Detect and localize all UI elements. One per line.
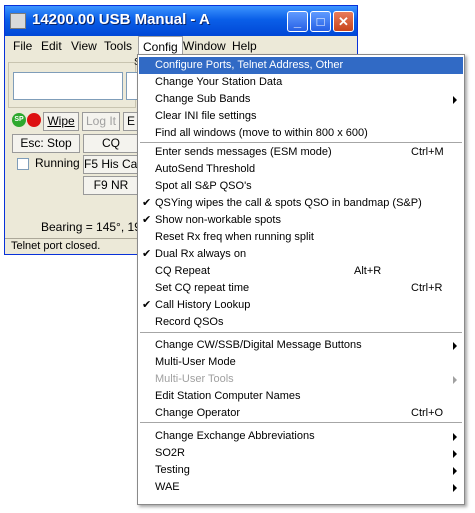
running-label: Running	[35, 156, 80, 170]
config-menu-item[interactable]: Clear INI file settings	[139, 108, 463, 125]
wipe-button[interactable]: Wipe	[43, 112, 79, 131]
config-menu-item[interactable]: ✔ QSYing wipes the call & spots QSO in ba…	[139, 195, 463, 212]
menu-file[interactable]: File	[13, 39, 32, 53]
config-menu-item[interactable]: AutoSend Threshold	[139, 161, 463, 178]
menu-separator	[140, 142, 462, 143]
config-menu-item[interactable]: Change Sub Bands	[139, 91, 463, 108]
submenu-arrow-icon	[453, 484, 457, 492]
submenu-arrow-icon	[453, 450, 457, 458]
config-menu-item[interactable]: ✔ Dual Rx always on	[139, 246, 463, 263]
menu-tools[interactable]: Tools	[104, 39, 132, 53]
config-menu-item[interactable]: Find all windows (move to within 800 x 6…	[139, 125, 463, 142]
config-menu-item: Multi-User Tools	[139, 371, 463, 388]
config-menu-item-label: Edit Station Computer Names	[155, 390, 301, 402]
config-menu-item-label: Record QSOs	[155, 316, 224, 328]
config-menu-item[interactable]: Change CW/SSB/Digital Message Buttons	[139, 337, 463, 354]
config-menu-item-label: AutoSend Threshold	[155, 163, 256, 175]
submenu-arrow-icon	[453, 96, 457, 104]
checkmark-icon: ✔	[142, 299, 152, 311]
config-menu-item[interactable]: Change Your Station Data	[139, 74, 463, 91]
submenu-arrow-icon	[453, 376, 457, 384]
config-menu-item-label: Clear INI file settings	[155, 110, 257, 122]
menu-view[interactable]: View	[71, 39, 97, 53]
config-menu-item[interactable]: Enter sends messages (ESM mode) Ctrl+M	[139, 144, 463, 161]
config-menu-item[interactable]: Multi-User Mode	[139, 354, 463, 371]
config-dropdown-menu: Configure Ports, Telnet Address, Other Ch…	[137, 54, 465, 505]
config-menu-item-label: Find all windows (move to within 800 x 6…	[155, 127, 368, 139]
window-title: 14200.00 USB Manual - A	[32, 11, 210, 28]
config-menu-item-label: Reset Rx freq when running split	[155, 231, 314, 243]
menu-config[interactable]: Config	[138, 36, 183, 55]
f9-nr-button[interactable]: F9 NR	[83, 176, 139, 195]
close-button[interactable]: ✕	[333, 11, 354, 32]
config-menu-item[interactable]: Spot all S&P QSO's	[139, 178, 463, 195]
bearing-readout: Bearing = 145°, 199	[41, 220, 148, 234]
menu-separator	[140, 332, 462, 333]
sp-status-icon: SP	[12, 113, 26, 127]
config-menu-item-label: Call History Lookup	[155, 299, 251, 311]
config-menu-item[interactable]: Change Exchange Abbreviations	[139, 428, 463, 445]
esc-stop-button[interactable]: Esc: Stop	[12, 134, 80, 153]
config-menu-item-label: CQ Repeat	[155, 265, 211, 277]
config-menu-item-label: Change Operator	[155, 407, 240, 419]
config-menu-item[interactable]: WAE	[139, 479, 463, 496]
maximize-button[interactable]: □	[310, 11, 331, 32]
menu-edit[interactable]: Edit	[41, 39, 62, 53]
config-menu-item[interactable]: ✔ Call History Lookup	[139, 297, 463, 314]
config-menu-item[interactable]: Testing	[139, 462, 463, 479]
config-menu-item-shortcut: Alt+R	[354, 265, 382, 277]
config-menu-item-shortcut: Ctrl+R	[411, 282, 443, 294]
minimize-button[interactable]: _	[287, 11, 308, 32]
config-menu-item[interactable]: ✔ Show non-workable spots	[139, 212, 463, 229]
config-menu-item[interactable]: Reset Rx freq when running split	[139, 229, 463, 246]
checkmark-icon: ✔	[142, 248, 152, 260]
menu-window[interactable]: Window	[183, 39, 226, 53]
config-menu-item-label: Show non-workable spots	[155, 214, 281, 226]
menu-bar: File Edit View Tools Config Window Help	[5, 36, 357, 56]
checkmark-icon: ✔	[142, 197, 152, 209]
record-indicator-icon	[27, 113, 41, 127]
config-menu-item-label: WAE	[155, 481, 180, 493]
checkmark-icon: ✔	[142, 214, 152, 226]
config-menu-item-label: Dual Rx always on	[155, 248, 247, 260]
config-menu-item[interactable]: Set CQ repeat time Ctrl+R	[139, 280, 463, 297]
config-menu-item[interactable]: Configure Ports, Telnet Address, Other	[139, 57, 463, 74]
submenu-arrow-icon	[453, 433, 457, 441]
config-menu-item[interactable]: Change Operator Ctrl+O	[139, 405, 463, 422]
config-menu-item-label: Change Exchange Abbreviations	[155, 430, 315, 442]
cq-button[interactable]: CQ	[83, 134, 139, 153]
title-bar[interactable]: 14200.00 USB Manual - A _ □ ✕	[5, 6, 357, 36]
config-menu-item-label: Testing	[155, 464, 190, 476]
config-menu-item[interactable]: Edit Station Computer Names	[139, 388, 463, 405]
config-menu-item-label: Multi-User Tools	[155, 373, 234, 385]
config-menu-item-label: Configure Ports, Telnet Address, Other	[155, 59, 344, 71]
submenu-arrow-icon	[453, 467, 457, 475]
config-menu-item-label: Change CW/SSB/Digital Message Buttons	[155, 339, 362, 351]
config-menu-item-label: Multi-User Mode	[155, 356, 236, 368]
config-menu-item-label: QSYing wipes the call & spots QSO in ban…	[155, 197, 422, 209]
f5-his-call-button[interactable]: F5 His Cal	[83, 155, 139, 174]
config-menu-item-label: Spot all S&P QSO's	[155, 180, 252, 192]
config-menu-item-shortcut: Ctrl+O	[411, 407, 444, 419]
config-menu-item[interactable]: Record QSOs	[139, 314, 463, 331]
config-menu-item[interactable]: SO2R	[139, 445, 463, 462]
config-menu-item-label: Enter sends messages (ESM mode)	[155, 146, 332, 158]
config-menu-item-label: Change Sub Bands	[155, 93, 251, 105]
running-checkbox[interactable]	[17, 158, 29, 170]
config-menu-item-shortcut: Ctrl+M	[411, 146, 444, 158]
app-icon[interactable]	[10, 13, 26, 29]
config-menu-item-label: SO2R	[155, 447, 185, 459]
submenu-arrow-icon	[453, 342, 457, 350]
config-menu-item[interactable]: CQ Repeat Alt+R	[139, 263, 463, 280]
config-menu-item-label: Change Your Station Data	[155, 76, 283, 88]
menu-help[interactable]: Help	[232, 39, 257, 53]
config-menu-item-label: Set CQ repeat time	[155, 282, 250, 294]
menu-separator	[140, 422, 462, 423]
log-it-button[interactable]: Log It	[82, 112, 120, 131]
callsign-input[interactable]	[13, 72, 123, 100]
